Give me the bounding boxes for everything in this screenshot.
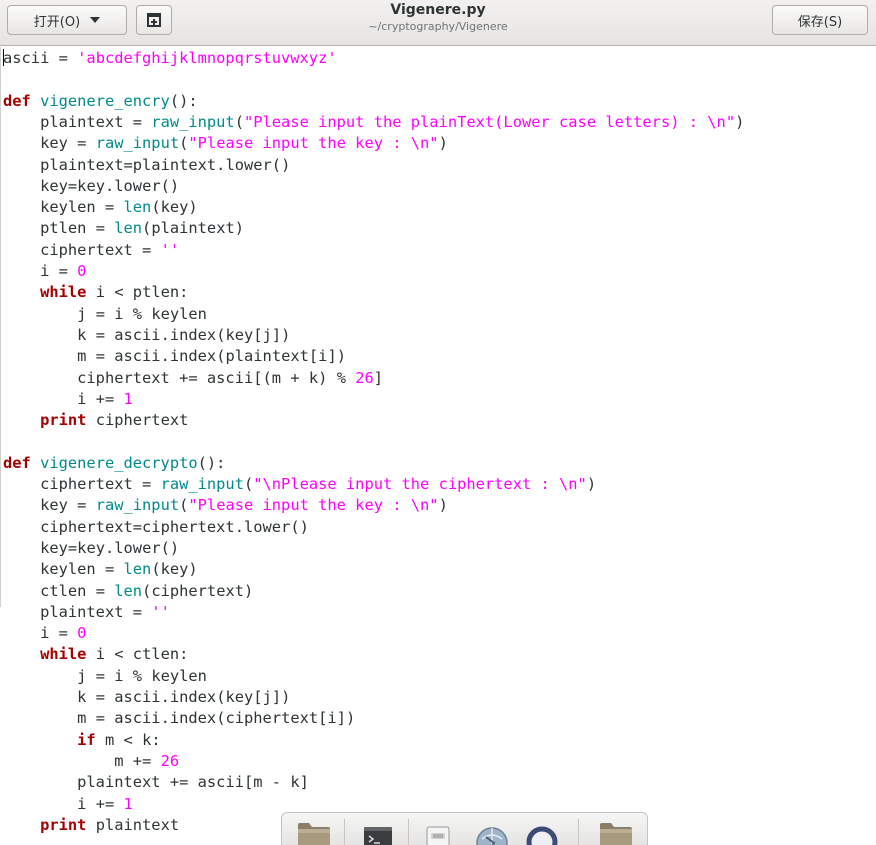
window-title: Vigenere.py ~/cryptography/Vigenere (300, 1, 576, 34)
code-line[interactable]: keylen = len(key) (3, 559, 198, 580)
code-line[interactable]: key=key.lower() (3, 176, 179, 197)
code-line[interactable]: j = i % keylen (3, 304, 207, 325)
code-line[interactable]: key = raw_input("Please input the key : … (3, 133, 448, 154)
code-line[interactable]: ciphertext = raw_input("\nPlease input t… (3, 474, 596, 495)
code-line[interactable]: def vigenere_decrypto(): (3, 453, 225, 474)
code-line[interactable]: def vigenere_encry(): (3, 91, 198, 112)
code-line[interactable]: ciphertext = '' (3, 240, 179, 261)
code-line[interactable]: m = ascii.index(plaintext[i]) (3, 346, 346, 367)
code-line[interactable]: k = ascii.index(key[j]) (3, 325, 290, 346)
code-line[interactable]: key=key.lower() (3, 538, 179, 559)
file-name: Vigenere.py (390, 2, 486, 18)
open-button-label: 打开(O) (33, 14, 81, 30)
header-bar: 打开(O) Vigenere.py ~/cryptography/Vigener… (0, 0, 876, 46)
code-line[interactable]: m += 26 (3, 751, 179, 772)
text-editor-icon (426, 826, 450, 845)
editor-border (0, 47, 1, 607)
code-line[interactable]: plaintext = '' (3, 602, 170, 623)
open-button[interactable]: 打开(O) (7, 5, 127, 35)
code-line[interactable]: print ciphertext (3, 410, 188, 431)
dock-item-terminal[interactable] (358, 819, 398, 845)
code-line[interactable]: plaintext += ascii[m - k] (3, 772, 309, 793)
save-button[interactable]: 保存(S) (772, 5, 868, 35)
new-document-button[interactable] (136, 5, 172, 35)
web-browser-icon (476, 827, 508, 845)
terminal-icon (364, 827, 392, 845)
search-icon (526, 826, 558, 845)
code-line[interactable]: plaintext = raw_input("Please input the … (3, 112, 744, 133)
folder-icon (600, 823, 632, 845)
folder-icon (298, 823, 330, 845)
dock-separator (578, 819, 579, 845)
code-line[interactable]: m = ascii.index(ciphertext[i]) (3, 708, 355, 729)
file-path: ~/cryptography/Vigenere (368, 20, 508, 33)
dock (281, 812, 648, 845)
code-line[interactable]: ptlen = len(plaintext) (3, 218, 244, 239)
code-line[interactable]: plaintext=plaintext.lower() (3, 155, 290, 176)
dock-item-folder[interactable] (596, 819, 636, 845)
code-line[interactable]: while i < ptlen: (3, 282, 188, 303)
new-tab-icon (147, 13, 161, 27)
dock-item-search[interactable] (522, 819, 562, 845)
dock-item-text-editor[interactable] (418, 819, 458, 845)
code-line[interactable]: ciphertext=ciphertext.lower() (3, 517, 309, 538)
dropdown-arrow-icon (90, 17, 101, 23)
code-line[interactable]: while i < ctlen: (3, 644, 188, 665)
dock-item-web-browser[interactable] (472, 819, 512, 845)
code-line[interactable]: if m < k: (3, 730, 160, 751)
dock-item-files[interactable] (294, 819, 334, 845)
code-line[interactable]: ctlen = len(ciphertext) (3, 581, 253, 602)
code-line[interactable]: key = raw_input("Please input the key : … (3, 495, 448, 516)
code-line[interactable]: i += 1 (3, 794, 133, 815)
code-line[interactable]: keylen = len(key) (3, 197, 198, 218)
code-line[interactable]: k = ascii.index(key[j]) (3, 687, 290, 708)
code-line[interactable]: ciphertext += ascii[(m + k) % 26] (3, 368, 383, 389)
dock-separator (344, 819, 345, 845)
code-line[interactable]: print plaintext (3, 815, 179, 836)
code-line[interactable]: i = 0 (3, 261, 86, 282)
code-line[interactable]: j = i % keylen (3, 666, 207, 687)
dock-separator (408, 819, 409, 845)
code-editor[interactable]: ascii = 'abcdefghijklmnopqrstuvwxyz' def … (0, 47, 876, 845)
code-line[interactable]: i = 0 (3, 623, 86, 644)
code-line[interactable]: i += 1 (3, 389, 133, 410)
code-line[interactable]: ascii = 'abcdefghijklmnopqrstuvwxyz' (3, 48, 337, 69)
